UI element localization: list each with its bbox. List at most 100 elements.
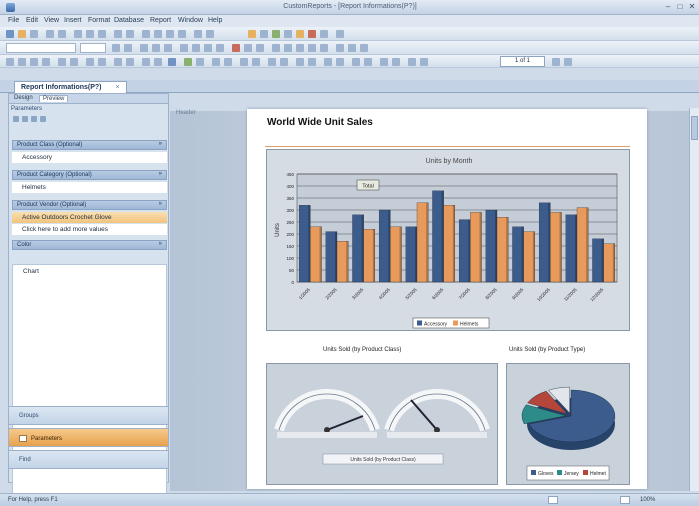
menu-window[interactable]: Window [178,17,203,24]
font-size-select[interactable] [80,43,106,53]
help-icon[interactable] [336,30,344,38]
last-page-icon[interactable] [42,58,50,66]
bold-icon[interactable] [140,44,148,52]
new-icon[interactable] [6,30,14,38]
save-icon[interactable] [30,30,38,38]
box-icon[interactable] [324,58,332,66]
apply-icon[interactable] [40,116,46,122]
reset-icon[interactable] [31,116,37,122]
formula-icon[interactable] [284,30,292,38]
chevron-icon[interactable]: » [159,141,162,147]
percent-icon[interactable] [284,44,292,52]
ole-icon[interactable] [336,58,344,66]
nav-find[interactable]: Find [8,450,169,469]
database-icon[interactable] [168,58,176,66]
align-right-icon[interactable] [204,44,212,52]
insert-text-icon[interactable] [142,30,150,38]
page-number-box[interactable]: 1 of 1 [500,56,545,67]
tab-preview[interactable]: Preview [39,95,69,102]
align-left-icon[interactable] [180,44,188,52]
suppress-icon[interactable] [336,44,344,52]
add-values-link[interactable]: Click here to add more values [12,224,167,235]
insert-summary-icon[interactable] [178,30,186,38]
menu-help[interactable]: Help [208,17,222,24]
next-icon[interactable] [564,58,572,66]
menu-view[interactable]: View [44,17,59,24]
menu-database[interactable]: Database [114,17,144,24]
insert-map-icon[interactable] [252,58,260,66]
document-tab[interactable]: Report Informations(P?) × [14,81,127,93]
tab-design[interactable]: Design [11,95,36,101]
insert-picture-icon[interactable] [194,30,202,38]
pie-chart-frame[interactable]: Gloves Jersey Helmet [506,363,630,485]
subreport-icon[interactable] [296,58,304,66]
template-icon[interactable] [380,58,388,66]
list-item[interactable]: Chart [23,268,39,275]
expand-icon[interactable] [13,116,19,122]
increase-decimal-icon[interactable] [308,44,316,52]
report-explorer-icon[interactable] [308,30,316,38]
add-command-icon[interactable] [184,58,192,66]
crosstab-icon[interactable] [268,58,276,66]
next-page-icon[interactable] [30,58,38,66]
olap-icon[interactable] [280,58,288,66]
bar-chart-frame[interactable]: Units by Month Units 1/2005 2/2005 3/2005 4… [266,149,630,331]
open-icon[interactable] [18,30,26,38]
paste-icon[interactable] [98,30,106,38]
nav-groups[interactable]: Groups [8,406,169,425]
parameter-value[interactable]: Helmets [12,182,167,193]
menu-file[interactable]: File [8,17,19,24]
nav-parameters[interactable]: Parameters [8,428,169,447]
shrink-font-icon[interactable] [124,44,132,52]
menu-edit[interactable]: Edit [26,17,38,24]
parameter-group-product-category[interactable]: Product Category (Optional) » [12,170,167,180]
links-icon[interactable] [196,58,204,66]
close-tab-icon[interactable]: × [116,84,120,91]
insert-group-icon[interactable] [166,30,174,38]
border-icon[interactable] [244,44,252,52]
previous-icon[interactable] [552,58,560,66]
hyperlink-icon[interactable] [352,58,360,66]
underline-icon[interactable] [164,44,172,52]
dependency-icon[interactable] [392,58,400,66]
decrease-decimal-icon[interactable] [320,44,328,52]
copy-icon[interactable] [86,30,94,38]
bar-chart[interactable]: Units by Month Units 1/2005 2/2005 3/2005 4… [267,150,631,332]
workbench-icon[interactable] [408,58,416,66]
first-page-icon[interactable] [6,58,14,66]
print-icon[interactable] [46,30,54,38]
lock-format-icon[interactable] [348,44,356,52]
gauge-chart[interactable]: Units Sold (by Product Class) [267,364,499,486]
print-preview-icon[interactable] [154,58,162,66]
parameter-value[interactable]: Accessory [12,152,167,163]
field-icon[interactable] [224,58,232,66]
chevron-icon[interactable]: » [159,171,162,177]
italic-icon[interactable] [152,44,160,52]
currency-icon[interactable] [272,44,280,52]
export-icon[interactable] [142,58,150,66]
refresh-icon[interactable] [86,58,94,66]
repository-explorer-icon[interactable] [420,58,428,66]
close-button[interactable]: ✕ [687,2,697,12]
app-icon[interactable] [6,3,15,12]
lock-size-icon[interactable] [360,44,368,52]
field-explorer-icon[interactable] [296,30,304,38]
chevron-icon[interactable]: » [159,201,162,207]
menu-insert[interactable]: Insert [64,17,82,24]
go-to-page-icon[interactable] [58,58,66,66]
chevron-icon[interactable]: » [159,241,162,247]
parameter-group-color[interactable]: Color » [12,240,167,250]
repository-icon[interactable] [320,30,328,38]
maximize-button[interactable]: □ [675,2,685,12]
align-center-icon[interactable] [192,44,200,52]
preview-icon[interactable] [58,30,66,38]
insert-field-icon[interactable] [154,30,162,38]
font-color-icon[interactable] [232,44,240,52]
insert-chart-icon[interactable] [240,58,248,66]
parameter-group-product-vendor[interactable]: Product Vendor (Optional) » [12,200,167,210]
stop-icon[interactable] [70,58,78,66]
menu-report[interactable]: Report [150,17,171,24]
scrollbar-thumb[interactable] [691,116,698,140]
redo-icon[interactable] [126,30,134,38]
thousands-icon[interactable] [296,44,304,52]
